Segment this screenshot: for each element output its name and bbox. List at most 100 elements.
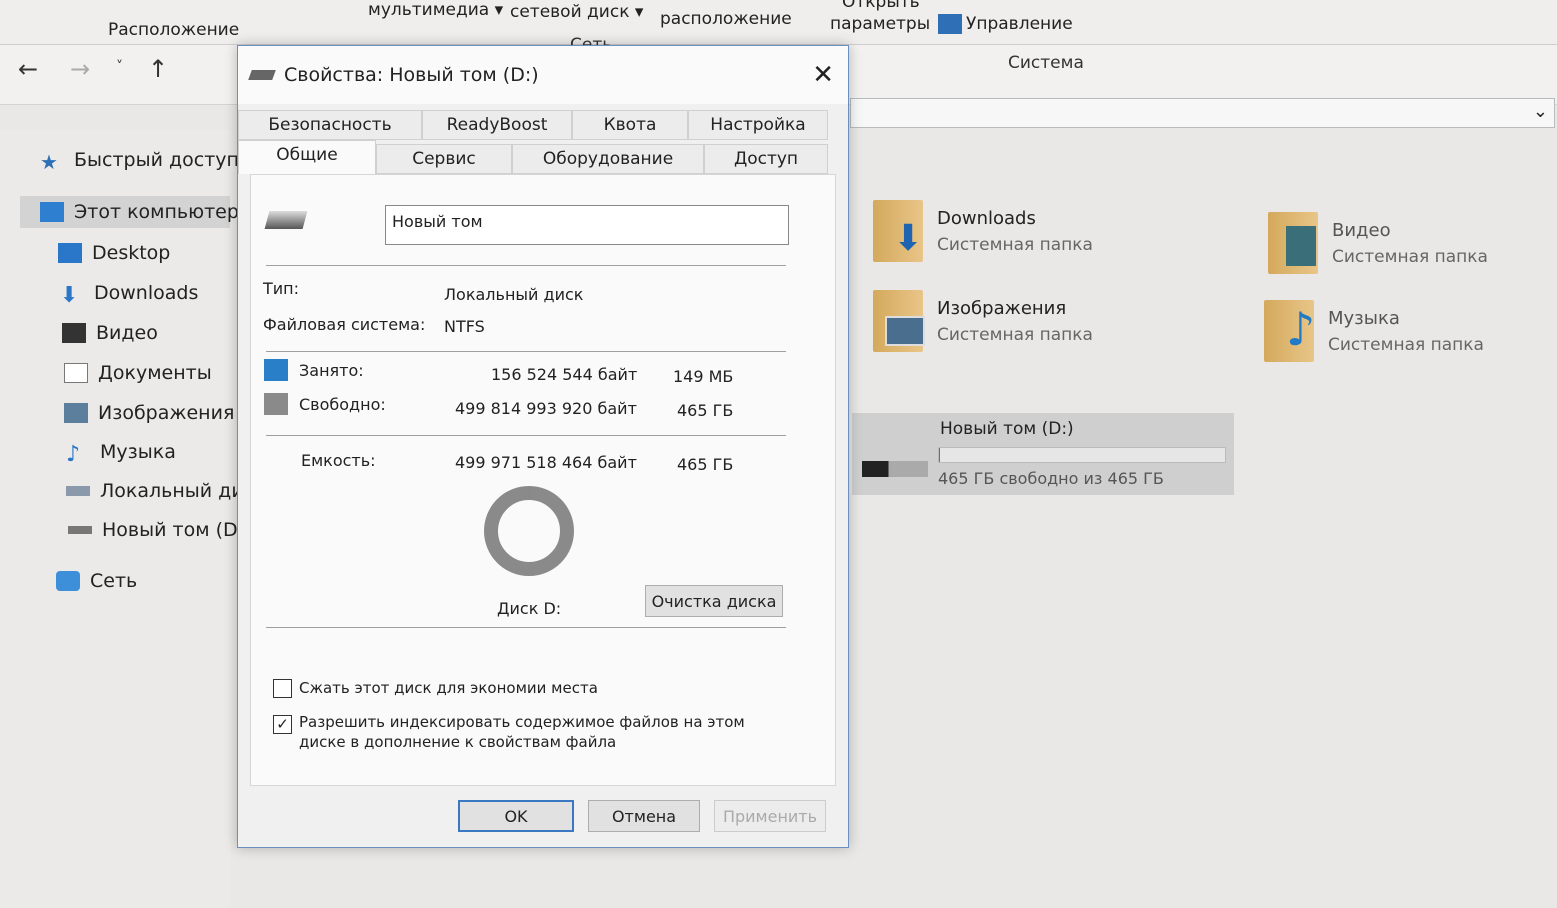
- sidebar-item-label: Изображения: [98, 402, 235, 424]
- drive-icon: [862, 461, 928, 477]
- folder-desc: Системная папка: [937, 324, 1093, 345]
- compress-label: Сжать этот диск для экономии места: [299, 679, 598, 697]
- sidebar-item-label: Новый том (D:): [102, 519, 252, 541]
- ribbon-open[interactable]: Открыть: [842, 0, 920, 12]
- drive-name: Новый том (D:): [940, 419, 1074, 439]
- music-icon: ♪: [66, 442, 81, 467]
- sidebar-item-images[interactable]: Изображения: [64, 397, 234, 429]
- back-button[interactable]: ←: [18, 55, 38, 83]
- donut-free-segment: [484, 486, 574, 576]
- forward-button[interactable]: →: [70, 55, 90, 83]
- disk-usage-donut: [484, 486, 574, 576]
- disk-label: Диск D:: [497, 599, 562, 618]
- index-checkbox[interactable]: ✓: [273, 715, 292, 734]
- drive-icon: [66, 486, 90, 496]
- group-system: Система: [1008, 53, 1084, 73]
- folder-name: Видео: [1332, 219, 1391, 241]
- capacity-label: Емкость:: [301, 451, 376, 470]
- folder-desc: Системная папка: [937, 234, 1093, 255]
- computer-icon: [40, 202, 64, 222]
- filesystem-label: Файловая система:: [263, 315, 426, 334]
- tab-customize[interactable]: Настройка: [688, 110, 828, 140]
- ribbon: мультимедиа ▾ сетевой диск ▾ расположени…: [0, 0, 1557, 45]
- folder-images[interactable]: Изображения Системная папка: [873, 290, 1093, 352]
- chevron-down-icon[interactable]: ⌄: [1533, 101, 1548, 122]
- sidebar-item-new-volume[interactable]: Новый том (D:): [68, 514, 251, 546]
- sidebar-item-network[interactable]: Сеть: [56, 565, 137, 597]
- ribbon-network-drive[interactable]: сетевой диск ▾: [510, 2, 643, 22]
- capacity-bytes: 499 971 518 464 байт: [455, 453, 637, 472]
- disk-cleanup-button[interactable]: Очистка диска: [645, 585, 783, 617]
- folder-music[interactable]: ♪ Музыка Системная папка: [1264, 300, 1484, 362]
- close-button[interactable]: ✕: [812, 60, 834, 90]
- free-color-swatch: [264, 393, 288, 415]
- tab-sharing[interactable]: Доступ: [704, 144, 828, 174]
- sidebar-item-quick-access[interactable]: ★ Быстрый доступ: [40, 144, 239, 176]
- used-color-swatch: [264, 359, 288, 381]
- download-icon: ⬇: [893, 218, 924, 259]
- desktop-icon: [58, 243, 82, 263]
- folder-desc: Системная папка: [1332, 246, 1488, 267]
- sidebar-item-label: Этот компьютер: [74, 201, 239, 223]
- up-button[interactable]: ↑: [148, 55, 168, 83]
- tab-security[interactable]: Безопасность: [238, 110, 422, 140]
- used-size: 149 МБ: [673, 367, 734, 386]
- drive-icon: [248, 70, 276, 80]
- folder-name: Музыка: [1328, 307, 1400, 329]
- video-icon: [1286, 226, 1316, 266]
- ribbon-manage[interactable]: Управление: [938, 14, 1073, 34]
- sidebar-item-label: Downloads: [94, 282, 199, 304]
- tab-quota[interactable]: Квота: [572, 110, 688, 140]
- tab-tools[interactable]: Сервис: [376, 144, 512, 174]
- tab-hardware[interactable]: Оборудование: [512, 144, 704, 174]
- tab-general[interactable]: Общие: [238, 140, 376, 174]
- sidebar-item-label: Музыка: [100, 441, 176, 463]
- drive-usage-bar: [938, 447, 1226, 463]
- sidebar-item-local-disk[interactable]: Локальный диск: [66, 475, 266, 507]
- sidebar-item-label: Desktop: [92, 242, 171, 264]
- tab-readyboost[interactable]: ReadyBoost: [422, 110, 572, 140]
- download-icon: ⬇: [60, 283, 79, 308]
- free-size: 465 ГБ: [677, 401, 734, 420]
- document-icon: [64, 363, 88, 383]
- sidebar: ★ Быстрый доступ Этот компьютер Desktop ⬇…: [0, 130, 266, 908]
- recent-dropdown[interactable]: ˅: [116, 59, 123, 75]
- sidebar-item-documents[interactable]: Документы: [64, 357, 212, 389]
- music-icon: ♪: [1286, 302, 1316, 356]
- sidebar-item-label: Документы: [98, 362, 212, 384]
- sidebar-item-label: Видео: [96, 322, 158, 344]
- manage-label: Управление: [966, 14, 1073, 34]
- sidebar-item-music[interactable]: ♪ Музыка: [66, 436, 176, 468]
- folder-name: Downloads: [937, 207, 1036, 229]
- sidebar-item-downloads[interactable]: ⬇ Downloads: [60, 277, 198, 309]
- type-value: Локальный диск: [444, 285, 584, 304]
- network-icon: [56, 571, 80, 591]
- general-panel: Новый том Тип: Локальный диск Файловая с…: [250, 174, 836, 786]
- volume-name-input[interactable]: Новый том: [385, 205, 789, 245]
- group-location: Расположение: [108, 20, 240, 40]
- apply-button[interactable]: Применить: [714, 800, 826, 832]
- index-label-line1: Разрешить индексировать содержимое файло…: [299, 713, 745, 731]
- ribbon-media[interactable]: мультимедиа ▾: [368, 0, 503, 20]
- drive-tile-new-volume[interactable]: Новый том (D:) 465 ГБ свободно из 465 ГБ: [852, 413, 1234, 495]
- address-bar[interactable]: ⌄: [850, 98, 1555, 128]
- sidebar-item-desktop[interactable]: Desktop: [58, 237, 170, 269]
- ribbon-settings[interactable]: параметры: [830, 14, 930, 34]
- folder-video[interactable]: Видео Системная папка: [1268, 212, 1488, 274]
- compress-checkbox[interactable]: [273, 679, 292, 698]
- cancel-button[interactable]: Отмена: [588, 800, 700, 832]
- folder-icon: [1268, 212, 1318, 274]
- sidebar-item-video[interactable]: Видео: [62, 317, 158, 349]
- ribbon-location[interactable]: расположение: [660, 9, 792, 29]
- folder-name: Изображения: [937, 297, 1067, 319]
- sidebar-item-label: Быстрый доступ: [74, 149, 239, 171]
- capacity-size: 465 ГБ: [677, 455, 734, 474]
- sidebar-item-label: Сеть: [90, 570, 138, 592]
- type-label: Тип:: [263, 279, 300, 298]
- ok-button[interactable]: OK: [458, 800, 574, 832]
- index-label-line2: диске в дополнение к свойствам файла: [299, 733, 617, 751]
- folder-icon: ⬇: [873, 200, 923, 262]
- dialog-title: Свойства: Новый том (D:): [284, 64, 539, 86]
- folder-downloads[interactable]: ⬇ Downloads Системная папка: [873, 200, 1093, 262]
- sidebar-item-this-pc[interactable]: Этот компьютер: [20, 196, 239, 228]
